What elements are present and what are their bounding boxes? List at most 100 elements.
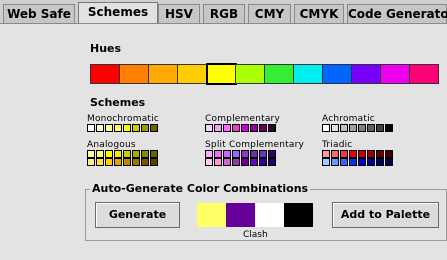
scheme-color-swatch[interactable] [232, 124, 240, 132]
combo-swatch-2[interactable] [226, 203, 255, 227]
scheme-color-swatch[interactable] [268, 158, 276, 166]
scheme-color-swatch[interactable] [114, 124, 122, 132]
scheme-color-swatch[interactable] [358, 158, 366, 166]
hue-swatch[interactable] [264, 64, 294, 84]
scheme-color-swatch[interactable] [349, 124, 357, 132]
scheme-color-swatch[interactable] [268, 150, 276, 158]
combo-swatch-4[interactable] [284, 203, 313, 227]
scheme-label-triadic: Triadic [322, 140, 353, 150]
scheme-color-swatch[interactable] [96, 124, 104, 132]
scheme-color-swatch[interactable] [259, 124, 267, 132]
scheme-color-swatch[interactable] [132, 158, 140, 166]
hue-swatch[interactable] [148, 64, 178, 84]
tab-rgb[interactable]: RGB [203, 4, 245, 23]
scheme-color-swatch[interactable] [114, 158, 122, 166]
scheme-color-swatch[interactable] [132, 150, 140, 158]
scheme-color-swatch[interactable] [385, 124, 393, 132]
scheme-color-swatch[interactable] [150, 158, 158, 166]
tab-cmyk[interactable]: CMYK [294, 4, 344, 23]
scheme-color-swatch[interactable] [250, 158, 258, 166]
scheme-color-swatch[interactable] [223, 124, 231, 132]
scheme-color-swatch[interactable] [105, 124, 113, 132]
add-to-palette-button[interactable]: Add to Palette [332, 202, 439, 228]
hue-swatch[interactable] [177, 64, 207, 84]
tab-hsv[interactable]: HSV [158, 4, 200, 23]
scheme-color-swatch[interactable] [322, 158, 330, 166]
scheme-color-swatch[interactable] [123, 124, 131, 132]
hue-swatch[interactable] [293, 64, 323, 84]
scheme-color-swatch[interactable] [259, 150, 267, 158]
scheme-color-swatch[interactable] [141, 158, 149, 166]
scheme-color-swatch[interactable] [223, 150, 231, 158]
scheme-color-swatch[interactable] [340, 158, 348, 166]
scheme-color-swatch[interactable] [376, 124, 384, 132]
scheme-color-swatch[interactable] [349, 158, 357, 166]
scheme-color-swatch[interactable] [205, 124, 213, 132]
combo-name-label: Clash [243, 230, 268, 240]
scheme-color-swatch[interactable] [340, 124, 348, 132]
tab-code-generator[interactable]: Code Generator [347, 4, 447, 23]
scheme-color-swatch[interactable] [331, 124, 339, 132]
tab-schemes[interactable]: Schemes [78, 2, 158, 24]
scheme-color-swatch[interactable] [214, 124, 222, 132]
scheme-color-swatch[interactable] [322, 124, 330, 132]
scheme-color-swatch[interactable] [141, 150, 149, 158]
hue-swatch[interactable] [351, 64, 381, 84]
scheme-color-swatch[interactable] [358, 124, 366, 132]
hue-swatch[interactable] [206, 63, 237, 85]
scheme-color-swatch[interactable] [250, 150, 258, 158]
scheme-color-swatch[interactable] [385, 158, 393, 166]
scheme-color-swatch[interactable] [96, 150, 104, 158]
scheme-color-swatch[interactable] [87, 150, 95, 158]
tab-web-safe[interactable]: Web Safe [3, 4, 75, 23]
scheme-color-swatch[interactable] [268, 124, 276, 132]
scheme-color-swatch[interactable] [241, 124, 249, 132]
scheme-color-swatch[interactable] [214, 158, 222, 166]
scheme-color-swatch[interactable] [205, 150, 213, 158]
scheme-color-swatch[interactable] [232, 158, 240, 166]
generate-button[interactable]: Generate [95, 202, 180, 228]
scheme-color-swatch[interactable] [367, 158, 375, 166]
scheme-color-swatch[interactable] [87, 158, 95, 166]
scheme-color-swatch[interactable] [223, 158, 231, 166]
hue-swatch[interactable] [119, 64, 149, 84]
scheme-color-swatch[interactable] [214, 150, 222, 158]
scheme-color-swatch[interactable] [232, 150, 240, 158]
scheme-color-swatch[interactable] [141, 124, 149, 132]
scheme-color-swatch[interactable] [385, 150, 393, 158]
scheme-color-swatch[interactable] [114, 150, 122, 158]
scheme-color-swatch[interactable] [205, 158, 213, 166]
scheme-color-swatch[interactable] [87, 124, 95, 132]
hue-swatch[interactable] [409, 64, 439, 84]
scheme-color-swatch[interactable] [340, 150, 348, 158]
hue-swatch[interactable] [90, 64, 120, 84]
scheme-label-achromatic: Achromatic [322, 114, 375, 124]
scheme-color-swatch[interactable] [250, 124, 258, 132]
scheme-color-swatch[interactable] [105, 158, 113, 166]
scheme-color-swatch[interactable] [123, 158, 131, 166]
scheme-color-swatch[interactable] [376, 158, 384, 166]
hue-swatch[interactable] [380, 64, 410, 84]
scheme-color-swatch[interactable] [349, 150, 357, 158]
scheme-color-swatch[interactable] [241, 150, 249, 158]
scheme-color-swatch[interactable] [376, 150, 384, 158]
scheme-color-swatch[interactable] [241, 158, 249, 166]
scheme-color-swatch[interactable] [150, 124, 158, 132]
scheme-color-swatch[interactable] [367, 124, 375, 132]
scheme-color-swatch[interactable] [367, 150, 375, 158]
scheme-color-swatch[interactable] [96, 158, 104, 166]
scheme-color-swatch[interactable] [123, 150, 131, 158]
combo-swatch-3[interactable] [255, 203, 284, 227]
scheme-color-swatch[interactable] [331, 158, 339, 166]
scheme-color-swatch[interactable] [105, 150, 113, 158]
scheme-color-swatch[interactable] [259, 158, 267, 166]
combo-swatch-1[interactable] [197, 203, 226, 227]
scheme-color-swatch[interactable] [358, 150, 366, 158]
hue-swatch[interactable] [322, 64, 352, 84]
hue-swatch[interactable] [235, 64, 265, 84]
scheme-color-swatch[interactable] [322, 150, 330, 158]
scheme-color-swatch[interactable] [331, 150, 339, 158]
tab-cmy[interactable]: CMY [248, 4, 291, 23]
scheme-color-swatch[interactable] [150, 150, 158, 158]
scheme-color-swatch[interactable] [132, 124, 140, 132]
